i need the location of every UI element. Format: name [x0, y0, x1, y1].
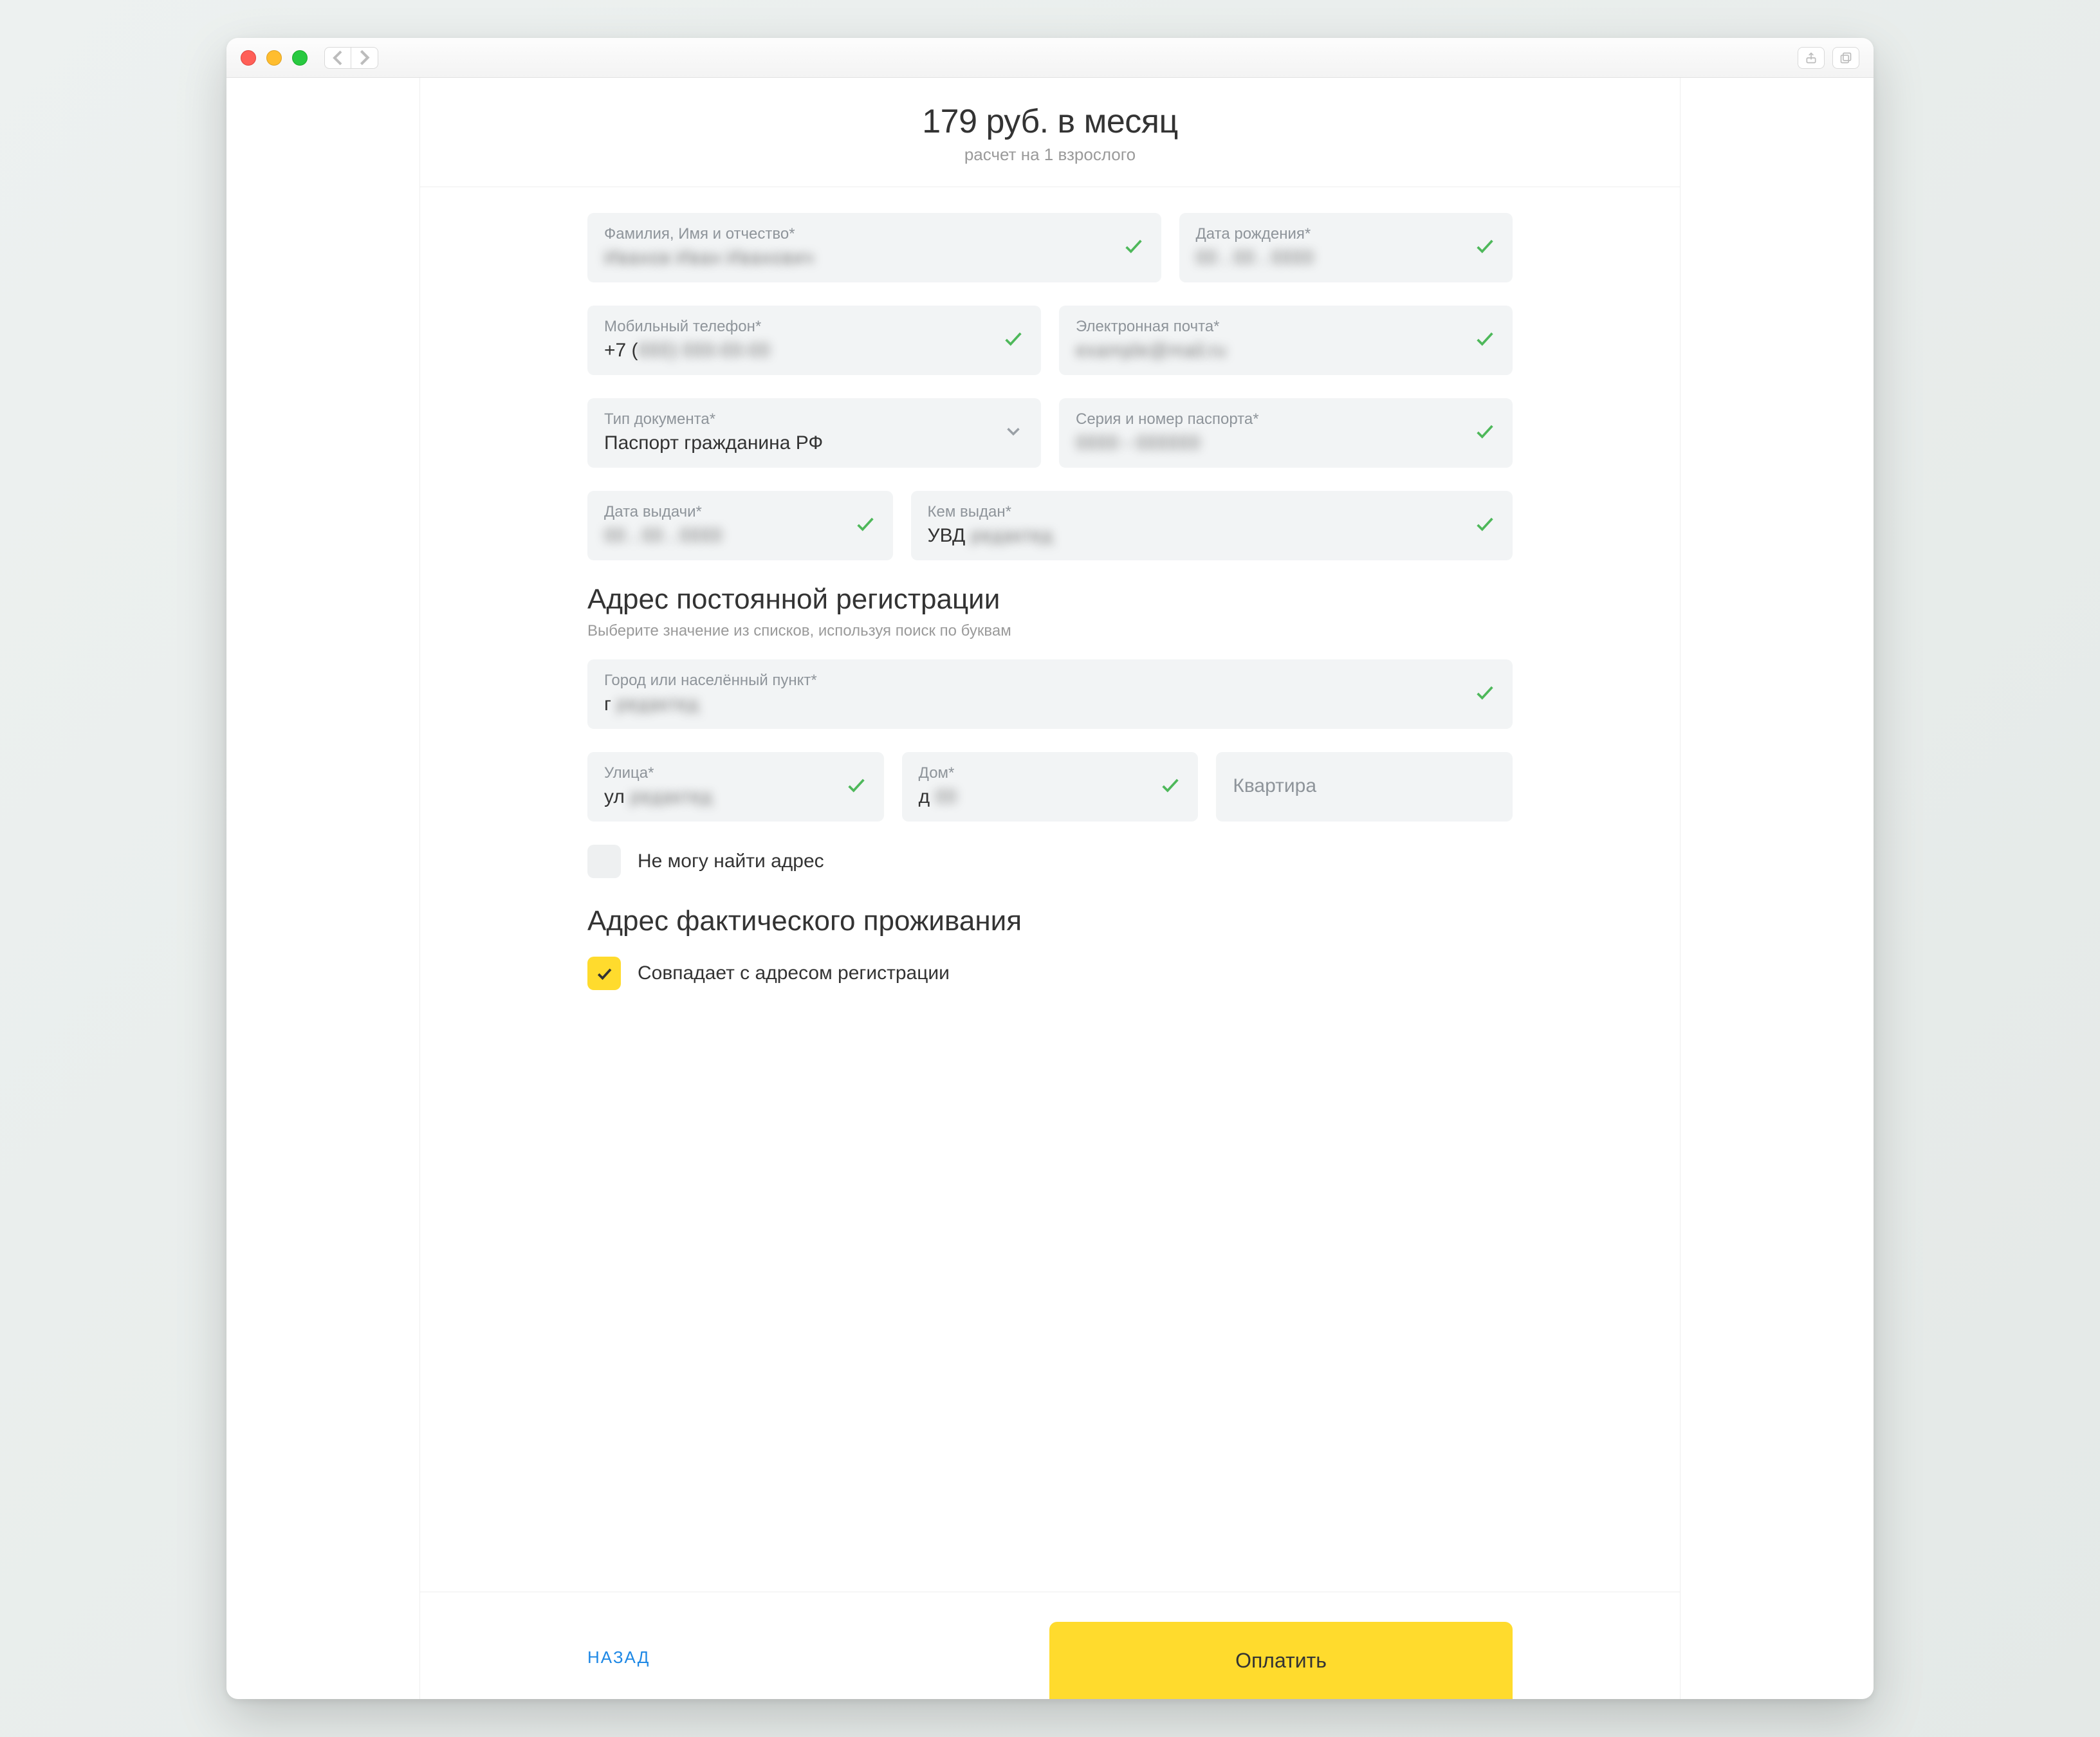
cant-find-address-row: Не могу найти адрес: [587, 845, 1513, 878]
price-text: 179 руб. в месяц: [420, 102, 1680, 141]
close-icon[interactable]: [241, 50, 256, 66]
cant-find-address-label: Не могу найти адрес: [638, 850, 824, 872]
field-value: 00 . 00 . 0000: [1196, 247, 1496, 269]
minimize-icon[interactable]: [266, 50, 282, 66]
browser-window: 179 руб. в месяц расчет на 1 взрослого Ф…: [226, 38, 1874, 1699]
field-label: Дата рождения*: [1196, 225, 1496, 243]
check-icon: [1474, 513, 1496, 538]
field-value: +7 (000) 000-00-00: [604, 340, 1024, 362]
field-value: 00 . 00 . 0000: [604, 525, 876, 547]
titlebar: [226, 38, 1874, 78]
back-button[interactable]: НАЗАД: [587, 1648, 650, 1668]
field-value: 0000 - 000000: [1076, 432, 1496, 454]
flat-field[interactable]: Квартира: [1216, 752, 1513, 822]
price-subtitle: расчет на 1 взрослого: [420, 145, 1680, 165]
chevron-down-icon: [1002, 421, 1024, 446]
field-label: Улица*: [604, 764, 867, 782]
nav-back-button[interactable]: [324, 47, 351, 69]
field-value: д 00: [919, 786, 1182, 808]
content-frame: 179 руб. в месяц расчет на 1 взрослого Ф…: [226, 78, 1874, 1699]
field-label: Серия и номер паспорта*: [1076, 410, 1496, 428]
dob-field[interactable]: Дата рождения* 00 . 00 . 0000: [1179, 213, 1513, 282]
check-icon: [854, 513, 876, 538]
check-icon: [1123, 235, 1145, 261]
field-value: г редактед: [604, 694, 1496, 715]
check-icon: [1474, 235, 1496, 261]
field-label: Кем выдан*: [928, 503, 1496, 521]
check-icon: [845, 775, 867, 800]
check-icon: [1474, 682, 1496, 707]
street-field[interactable]: Улица* ул редактед: [587, 752, 884, 822]
maximize-icon[interactable]: [292, 50, 308, 66]
city-field[interactable]: Город или населённый пункт* г редактед: [587, 659, 1513, 729]
page: 179 руб. в месяц расчет на 1 взрослого Ф…: [419, 78, 1681, 1699]
issue-date-field[interactable]: Дата выдачи* 00 . 00 . 0000: [587, 491, 893, 560]
tabs-icon[interactable]: [1832, 47, 1859, 69]
same-address-checkbox[interactable]: [587, 957, 621, 990]
residence-address-title: Адрес фактического проживания: [587, 905, 1513, 937]
field-label: Город или населённый пункт*: [604, 672, 1496, 690]
field-placeholder: Квартира: [1233, 775, 1496, 797]
passport-field[interactable]: Серия и номер паспорта* 0000 - 000000: [1059, 398, 1513, 468]
phone-field[interactable]: Мобильный телефон* +7 (000) 000-00-00: [587, 306, 1041, 375]
fullname-field[interactable]: Фамилия, Имя и отчество* Иванов Иван Ива…: [587, 213, 1161, 282]
field-value: УВД редактед: [928, 525, 1496, 547]
field-label: Мобильный телефон*: [604, 318, 1024, 336]
registration-address-subtitle: Выберите значение из списков, используя …: [587, 622, 1513, 640]
email-field[interactable]: Электронная почта* example@mail.ru: [1059, 306, 1513, 375]
field-value: Паспорт гражданина РФ: [604, 432, 1024, 454]
same-address-label: Совпадает с адресом регистрации: [638, 962, 950, 984]
field-label: Электронная почта*: [1076, 318, 1496, 336]
registration-address-title: Адрес постоянной регистрации: [587, 584, 1513, 616]
footer: НАЗАД Оплатить: [420, 1592, 1680, 1699]
issued-by-field[interactable]: Кем выдан* УВД редактед: [911, 491, 1513, 560]
window-controls: [241, 50, 308, 66]
nav-arrows: [324, 47, 378, 69]
form: Фамилия, Имя и отчество* Иванов Иван Ива…: [420, 187, 1680, 1592]
price-header: 179 руб. в месяц расчет на 1 взрослого: [420, 78, 1680, 187]
nav-forward-button[interactable]: [351, 47, 378, 69]
share-icon[interactable]: [1798, 47, 1825, 69]
check-icon: [1002, 328, 1024, 353]
cant-find-address-checkbox[interactable]: [587, 845, 621, 878]
field-label: Фамилия, Имя и отчество*: [604, 225, 1145, 243]
same-address-row: Совпадает с адресом регистрации: [587, 957, 1513, 990]
field-label: Дата выдачи*: [604, 503, 876, 521]
pay-button[interactable]: Оплатить: [1049, 1622, 1513, 1699]
field-label: Тип документа*: [604, 410, 1024, 428]
check-icon: [1159, 775, 1181, 800]
doctype-field[interactable]: Тип документа* Паспорт гражданина РФ: [587, 398, 1041, 468]
field-value: Иванов Иван Иванович: [604, 247, 1145, 269]
check-icon: [1474, 328, 1496, 353]
field-label: Дом*: [919, 764, 1182, 782]
field-value: ул редактед: [604, 786, 867, 808]
field-value: example@mail.ru: [1076, 340, 1496, 362]
house-field[interactable]: Дом* д 00: [902, 752, 1199, 822]
check-icon: [1474, 421, 1496, 446]
